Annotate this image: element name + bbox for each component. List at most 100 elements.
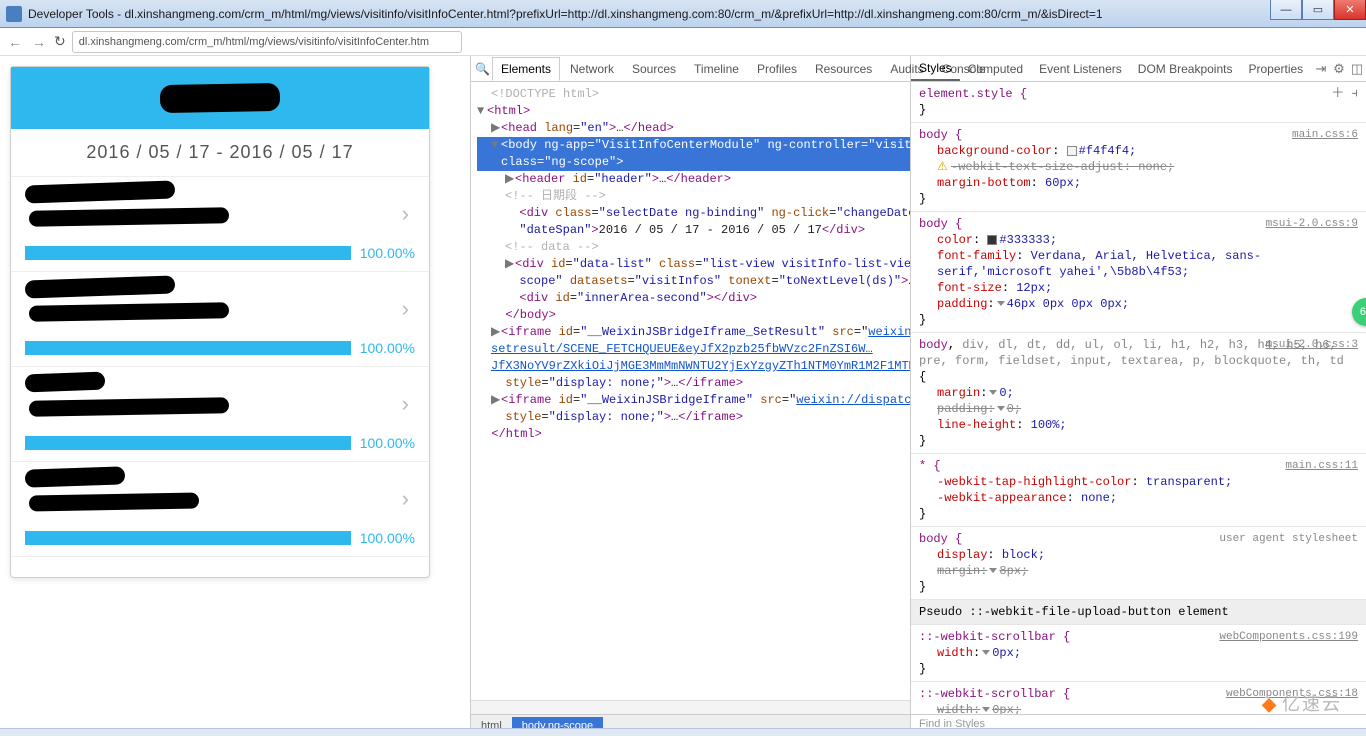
source-link[interactable]: msui-2.0.css:3 <box>1266 337 1358 353</box>
list-item[interactable]: › 100.00% <box>11 177 429 272</box>
progress-percent: 100.00% <box>359 245 415 261</box>
taskbar <box>0 728 1366 736</box>
tab-event-listeners[interactable]: Event Listeners <box>1031 58 1130 80</box>
horizontal-scrollbar[interactable] <box>471 700 910 714</box>
styles-list[interactable]: ＋ ⫞ element.style {} main.css:6 body { b… <box>911 82 1366 714</box>
dom-link[interactable]: JfX3NoYV9rZXkiOiJjMGE3MmMmNWNTU2YjExYzgy… <box>477 358 910 375</box>
close-button[interactable]: ✕ <box>1334 0 1366 20</box>
dom-node[interactable]: <div id="innerArea-second"></div> <box>477 290 910 307</box>
progress-bar <box>25 531 351 545</box>
minimize-button[interactable]: — <box>1270 0 1302 20</box>
progress-percent: 100.00% <box>359 530 415 546</box>
chevron-right-icon: › <box>402 201 409 227</box>
style-rule[interactable]: webComponents.css:199 ::-webkit-scrollba… <box>911 625 1366 682</box>
settings-icon[interactable]: ⚙ <box>1330 61 1348 77</box>
redacted-line <box>25 466 126 487</box>
dom-node[interactable]: ▶<iframe id="__WeixinJSBridgeIframe_SetR… <box>477 324 910 341</box>
tab-computed[interactable]: Computed <box>960 58 1031 80</box>
mobile-frame: 2016 / 05 / 17 - 2016 / 05 / 17 › 100.00… <box>10 66 430 578</box>
pseudo-header: Pseudo ::-webkit-file-upload-button elem… <box>911 600 1366 625</box>
source-link[interactable]: main.css:6 <box>1292 127 1358 143</box>
dom-node[interactable]: ▼<html> <box>477 103 910 120</box>
progress-percent: 100.00% <box>359 340 415 356</box>
app-icon <box>6 6 22 22</box>
window-titlebar: Developer Tools - dl.xinshangmeng.com/cr… <box>0 0 1366 28</box>
dom-node[interactable]: ▶<iframe id="__WeixinJSBridgeIframe" src… <box>477 392 910 409</box>
list-item-text: › <box>25 280 415 334</box>
dom-node[interactable]: ▶<header id="header">…</header> <box>477 171 910 188</box>
dom-node[interactable]: </html> <box>477 426 910 443</box>
style-rule[interactable]: user agent stylesheet body { display: bl… <box>911 527 1366 600</box>
redacted-line <box>29 207 229 226</box>
source-link[interactable]: msui-2.0.css:9 <box>1266 216 1358 232</box>
redacted-line <box>25 180 176 203</box>
chevron-right-icon: › <box>402 296 409 322</box>
list-item[interactable]: › 100.00% <box>11 367 429 462</box>
dom-link[interactable]: setresult/SCENE_FETCHQUEUE&eyJfX2pzb25fb… <box>477 341 910 358</box>
chevron-right-icon: › <box>402 486 409 512</box>
devtools: 60 🔍 Elements Network Sources Timeline P… <box>470 56 1366 736</box>
source-link[interactable]: main.css:11 <box>1285 458 1358 474</box>
dom-node[interactable]: <!DOCTYPE html> <box>477 86 910 103</box>
list-item-text: › <box>25 185 415 239</box>
browser-toolbar: ← → ↻ dl.xinshangmeng.com/crm_m/html/mg/… <box>0 28 1366 56</box>
dom-comment[interactable]: <!-- 日期段 --> <box>477 188 910 205</box>
back-button[interactable]: ← <box>6 33 24 51</box>
window-title: Developer Tools - dl.xinshangmeng.com/cr… <box>28 7 1360 21</box>
style-rule[interactable]: main.css:6 body { background-color: #f4f… <box>911 123 1366 212</box>
dom-node[interactable]: style="display: none;">…</iframe> <box>477 409 910 426</box>
date-range[interactable]: 2016 / 05 / 17 - 2016 / 05 / 17 <box>11 129 429 177</box>
dom-node[interactable]: ▶<head lang="en">…</head> <box>477 120 910 137</box>
tab-elements[interactable]: Elements <box>492 57 560 81</box>
dom-node[interactable]: ▶<div id="data-list" class="list-view vi… <box>477 256 910 290</box>
dom-node[interactable]: style="display: none;">…</iframe> <box>477 375 910 392</box>
reload-button[interactable]: ↻ <box>54 33 66 50</box>
tab-network[interactable]: Network <box>562 58 622 80</box>
tab-resources[interactable]: Resources <box>807 58 880 80</box>
progress-row: 100.00% <box>25 340 415 356</box>
devtools-tabs: 🔍 Elements Network Sources Timeline Prof… <box>471 56 910 82</box>
list-item[interactable]: › 100.00% <box>11 462 429 557</box>
dom-node[interactable]: </body> <box>477 307 910 324</box>
redacted-line <box>25 275 176 298</box>
dom-comment[interactable]: <!-- data --> <box>477 239 910 256</box>
style-rule[interactable]: msui-2.0.css:9 body { color: #333333; fo… <box>911 212 1366 333</box>
list-item-text: › <box>25 375 415 429</box>
progress-bar <box>25 436 351 450</box>
chevron-right-icon: › <box>402 391 409 417</box>
tab-timeline[interactable]: Timeline <box>686 58 747 80</box>
address-bar[interactable]: dl.xinshangmeng.com/crm_m/html/mg/views/… <box>72 31 462 53</box>
inspect-icon[interactable]: 🔍 <box>475 62 490 76</box>
forward-button[interactable]: → <box>30 33 48 51</box>
tab-styles[interactable]: Styles <box>911 57 960 81</box>
elements-panel: 🔍 Elements Network Sources Timeline Prof… <box>471 56 911 736</box>
tab-properties[interactable]: Properties <box>1240 58 1311 80</box>
new-rule-icon[interactable]: ＋ <box>1331 86 1344 101</box>
maximize-button[interactable]: ▭ <box>1302 0 1334 20</box>
styles-tabs: Styles Computed Event Listeners DOM Brea… <box>911 56 1366 82</box>
dom-node[interactable]: <div class="selectDate ng-binding" ng-cl… <box>477 205 910 239</box>
progress-bar <box>25 341 351 355</box>
source-link[interactable]: webComponents.css:199 <box>1219 629 1358 645</box>
window-buttons: — ▭ ✕ <box>1270 0 1366 27</box>
toggle-state-icon[interactable]: ⫞ <box>1352 86 1359 101</box>
style-rule[interactable]: main.css:11 * { -webkit-tap-highlight-co… <box>911 454 1366 527</box>
redacted-line <box>29 397 229 416</box>
tab-dom-breakpoints[interactable]: DOM Breakpoints <box>1130 58 1241 80</box>
dom-tree[interactable]: <!DOCTYPE html> ▼<html> ▶<head lang="en"… <box>471 82 910 700</box>
redacted-line <box>25 372 106 393</box>
dock-icon[interactable]: ◫ <box>1348 61 1366 77</box>
tab-profiles[interactable]: Profiles <box>749 58 805 80</box>
toggle-device-icon[interactable]: ⇥ <box>1312 61 1330 77</box>
progress-row: 100.00% <box>25 435 415 451</box>
dom-node-selected[interactable]: ▼<body ng-app="VisitInfoCenterModule" ng… <box>477 137 910 171</box>
style-rule[interactable]: msui-2.0.css:3 body, div, dl, dt, dd, ul… <box>911 333 1366 454</box>
styles-panel: Styles Computed Event Listeners DOM Brea… <box>911 56 1366 736</box>
list-item[interactable]: › 100.00% <box>11 272 429 367</box>
redacted-title <box>160 83 280 113</box>
redacted-line <box>29 493 199 512</box>
redacted-line <box>29 302 229 321</box>
style-rule[interactable]: ＋ ⫞ element.style {} <box>911 82 1366 123</box>
tab-sources[interactable]: Sources <box>624 58 684 80</box>
main-area: 2016 / 05 / 17 - 2016 / 05 / 17 › 100.00… <box>0 56 1366 736</box>
